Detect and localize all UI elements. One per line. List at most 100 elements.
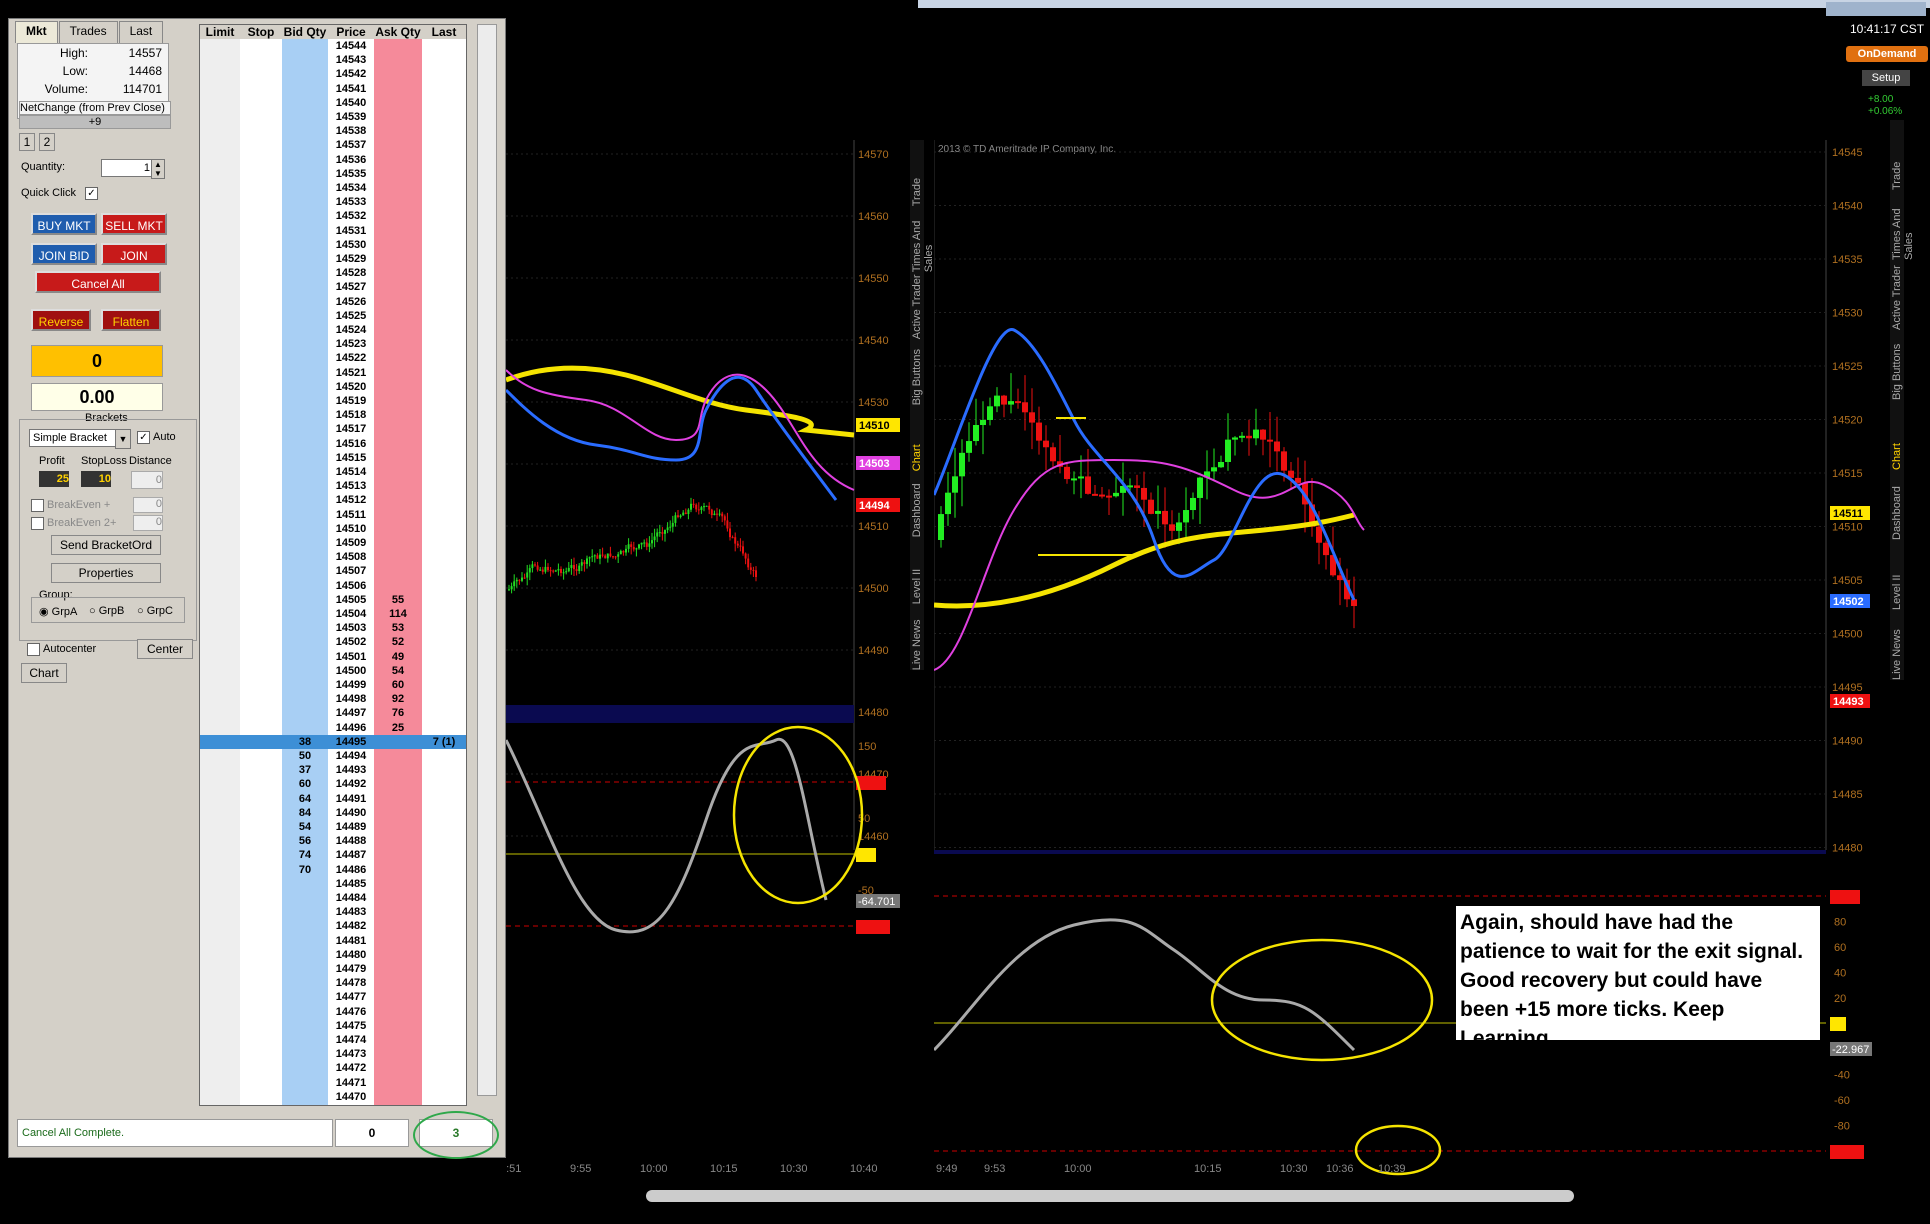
ladder-column[interactable]	[240, 39, 282, 1105]
ladder-price[interactable]: 14495	[328, 735, 374, 749]
ladder-price[interactable]: 14521	[328, 366, 374, 380]
quantity-stepper[interactable]: ▲ ▼	[151, 159, 165, 179]
side-tab-trade[interactable]: Trade	[911, 140, 923, 206]
ladder-price[interactable]: 14519	[328, 394, 374, 408]
auto-checkbox[interactable]: ✓	[137, 431, 150, 444]
ladder-ask-qty[interactable]: 49	[374, 650, 422, 664]
ladder-bid-qty[interactable]: 84	[282, 806, 328, 820]
send-bracket-button[interactable]: Send BracketOrd	[51, 535, 161, 555]
ladder-price[interactable]: 14543	[328, 53, 374, 67]
side-tab-live-news[interactable]: Live News	[911, 604, 923, 670]
ladder-price[interactable]: 14518	[328, 408, 374, 422]
ladder-bid-qty[interactable]: 38	[282, 735, 328, 749]
join-bid-button[interactable]: JOIN BID	[31, 243, 97, 265]
breakeven2-checkbox[interactable]	[31, 517, 44, 530]
bracket-type-select[interactable]: Simple Bracket	[29, 429, 118, 447]
breakeven1-input[interactable]: 0	[133, 497, 163, 513]
ladder-price[interactable]: 14506	[328, 579, 374, 593]
ladder-price[interactable]: 14493	[328, 763, 374, 777]
ladder-price[interactable]: 14483	[328, 905, 374, 919]
ladder-bid-qty[interactable]: 70	[282, 863, 328, 877]
ladder-ask-qty[interactable]: 53	[374, 621, 422, 635]
cancel-all-button[interactable]: Cancel All	[35, 271, 161, 293]
ladder-price[interactable]: 14476	[328, 1005, 374, 1019]
ladder-price[interactable]: 14477	[328, 990, 374, 1004]
ladder-column[interactable]	[422, 39, 466, 1105]
ladder-price[interactable]: 14491	[328, 792, 374, 806]
quickclick-checkbox[interactable]: ✓	[85, 187, 98, 200]
ladder-ask-qty[interactable]: 114	[374, 607, 422, 621]
ladder-price[interactable]: 14534	[328, 181, 374, 195]
ladder-price[interactable]: 14494	[328, 749, 374, 763]
ladder-price[interactable]: 14482	[328, 919, 374, 933]
side-tab-active-trader[interactable]: Active Trader	[1891, 260, 1903, 330]
ladder-price[interactable]: 14473	[328, 1047, 374, 1061]
side-tab-chart[interactable]: Chart	[911, 405, 923, 471]
ondemand-button[interactable]: OnDemand	[1846, 46, 1928, 62]
ladder-ask-qty[interactable]: 55	[374, 593, 422, 607]
side-tab-big-buttons[interactable]: Big Buttons	[911, 339, 923, 405]
ladder-price[interactable]: 14522	[328, 351, 374, 365]
left-chart[interactable]: 1457014560145501454014530145201451014500…	[506, 140, 906, 1190]
ladder-price[interactable]: 14526	[328, 295, 374, 309]
ladder-price[interactable]: 14478	[328, 976, 374, 990]
preset-2-button[interactable]: 2	[39, 133, 55, 151]
preset-1-button[interactable]: 1	[19, 133, 35, 151]
flatten-button[interactable]: Flatten	[101, 309, 161, 331]
ladder-bid-qty[interactable]: 74	[282, 848, 328, 862]
ladder-price[interactable]: 14510	[328, 522, 374, 536]
ladder-price[interactable]: 14532	[328, 209, 374, 223]
side-tab-dashboard[interactable]: Dashboard	[911, 471, 923, 538]
ladder-price[interactable]: 14530	[328, 238, 374, 252]
ladder-price[interactable]: 14531	[328, 224, 374, 238]
window-controls[interactable]	[1826, 2, 1926, 16]
ladder-column[interactable]	[374, 39, 422, 1105]
ladder-ask-qty[interactable]: 60	[374, 678, 422, 692]
ladder-price[interactable]: 14485	[328, 877, 374, 891]
chart-scrollbar[interactable]	[646, 1190, 1574, 1202]
ladder-price[interactable]: 14508	[328, 550, 374, 564]
ladder-price[interactable]: 14509	[328, 536, 374, 550]
ladder-price[interactable]: 14538	[328, 124, 374, 138]
ladder-price[interactable]: 14539	[328, 110, 374, 124]
tab-mkt[interactable]: Mkt	[15, 21, 58, 43]
ladder-price[interactable]: 14540	[328, 96, 374, 110]
ladder-bid-qty[interactable]: 50	[282, 749, 328, 763]
ladder-price[interactable]: 14490	[328, 806, 374, 820]
side-tab-trade[interactable]: Trade	[1891, 120, 1903, 190]
reverse-button[interactable]: Reverse	[31, 309, 91, 331]
tab-trades[interactable]: Trades	[58, 21, 118, 43]
ladder-scrollbar[interactable]	[477, 24, 497, 1096]
ladder-column[interactable]	[200, 39, 240, 1105]
ladder-last[interactable]: 7 (1)	[422, 735, 466, 749]
ladder-price[interactable]: 14484	[328, 891, 374, 905]
side-tab-live-news[interactable]: Live News	[1891, 610, 1903, 680]
ladder-price[interactable]: 14517	[328, 422, 374, 436]
ladder-ask-qty[interactable]: 92	[374, 692, 422, 706]
ladder-price[interactable]: 14524	[328, 323, 374, 337]
breakeven2-input[interactable]: 0	[133, 515, 163, 531]
ladder-price[interactable]: 14505	[328, 593, 374, 607]
ladder-price[interactable]: 14501	[328, 650, 374, 664]
ladder-price[interactable]: 14516	[328, 437, 374, 451]
grpB-radio[interactable]: ○ GrpB	[89, 605, 124, 617]
ladder-bid-qty[interactable]: 56	[282, 834, 328, 848]
sell-mkt-button[interactable]: SELL MKT	[101, 213, 167, 235]
ladder-price[interactable]: 14514	[328, 465, 374, 479]
ladder-price[interactable]: 14475	[328, 1019, 374, 1033]
ladder-price[interactable]: 14487	[328, 848, 374, 862]
ladder-price[interactable]: 14528	[328, 266, 374, 280]
side-tab-chart[interactable]: Chart	[1891, 400, 1903, 470]
ladder-price[interactable]: 14497	[328, 706, 374, 720]
ladder-price[interactable]: 14471	[328, 1076, 374, 1090]
side-tab-level-ii[interactable]: Level II	[1891, 540, 1903, 610]
ladder-price[interactable]: 14492	[328, 777, 374, 791]
buy-mkt-button[interactable]: BUY MKT	[31, 213, 97, 235]
tab-last[interactable]: Last	[118, 21, 164, 43]
stoploss-input[interactable]: 10	[81, 471, 111, 487]
side-tab-times-and-sales[interactable]: Times And Sales	[1891, 190, 1915, 260]
ladder-price[interactable]: 14479	[328, 962, 374, 976]
setup-button[interactable]: Setup	[1862, 70, 1910, 86]
ladder-price[interactable]: 14472	[328, 1061, 374, 1075]
ladder-ask-qty[interactable]: 52	[374, 635, 422, 649]
